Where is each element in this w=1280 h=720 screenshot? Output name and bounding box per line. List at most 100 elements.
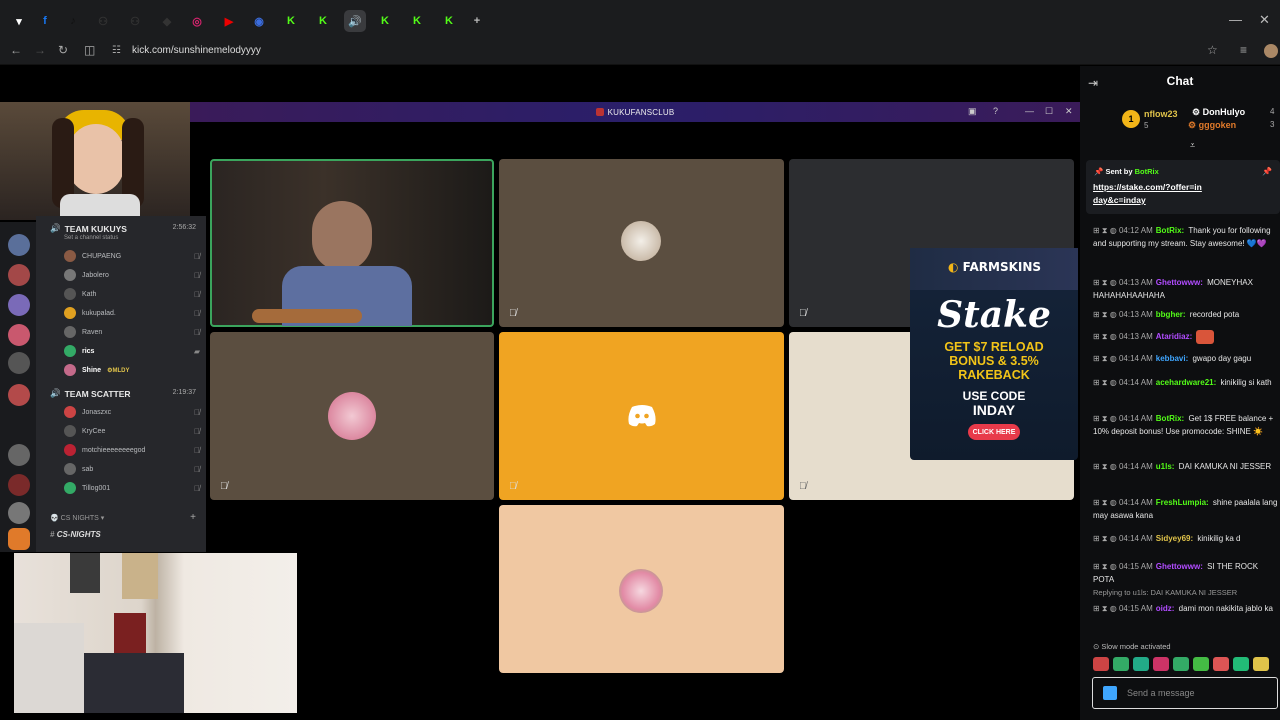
close-icon[interactable]: ✕ [1065, 106, 1073, 117]
kick-icon[interactable]: K [406, 10, 428, 32]
chat-message[interactable]: ⊞ ⧗ ◍ 04:15 AM oidz: dami mon nakikita ja… [1093, 602, 1279, 615]
instagram-icon[interactable]: ◎ [186, 10, 208, 32]
chat-message[interactable]: ⊞ ⧗ ◍ 04:14 AM BotRix: Get 1$ FREE balanc… [1093, 412, 1279, 438]
chat-message[interactable]: ⊞ ⧗ ◍ 04:13 AM bbgher: recorded pota [1093, 308, 1279, 321]
voice-member[interactable]: KryCee 🎙̸ [64, 423, 200, 439]
voice-member[interactable]: Tillog001 🎙̸ [64, 480, 200, 496]
emote-icon[interactable] [1213, 657, 1229, 671]
server-icon[interactable] [8, 528, 30, 550]
emote-icon[interactable] [1193, 657, 1209, 671]
ad-click-here-button[interactable]: CLICK HERE [968, 424, 1020, 440]
pin-icon[interactable]: 📌 [1262, 167, 1272, 176]
kick-icon[interactable]: K [438, 10, 460, 32]
server-icon[interactable] [8, 444, 30, 466]
message-username[interactable]: BotRix: [1156, 414, 1184, 423]
leader-name[interactable]: ⚙ DonHulyo [1192, 107, 1245, 118]
kick-icon[interactable]: K [374, 10, 396, 32]
video-tile-camera[interactable] [210, 159, 494, 327]
emote-icon[interactable] [1233, 657, 1249, 671]
close-window-icon[interactable]: ✕ [1259, 12, 1270, 28]
minimize-icon[interactable]: — [1229, 12, 1242, 27]
kick-icon[interactable]: K [312, 10, 334, 32]
video-tile-user[interactable]: 🎙̸ [210, 332, 494, 500]
pinned-link[interactable]: https://stake.com/?offer=inday&c=inday [1093, 181, 1203, 207]
chat-message[interactable]: ⊞ ⧗ ◍ 04:14 AM Sidyey69: kinikilig ka d [1093, 532, 1279, 545]
pinned-message[interactable]: 📌 Sent by BotRix 📌 https://stake.com/?of… [1086, 160, 1280, 214]
video-tile-user[interactable] [499, 505, 784, 673]
voice-member[interactable]: Jabolero 🎙̸ [64, 267, 200, 283]
message-username[interactable]: Ghettowww: [1156, 278, 1203, 287]
server-icon[interactable] [8, 384, 30, 406]
server-icon[interactable] [8, 294, 30, 316]
help-icon[interactable]: ? [993, 106, 998, 116]
category-cs-nights[interactable]: 💀 CS NIGHTS ▾ [50, 514, 104, 522]
emote-icon[interactable] [1153, 657, 1169, 671]
voice-member[interactable]: kukupalad. 🎙̸ [64, 305, 200, 321]
app-icon[interactable]: ⚇ [124, 10, 146, 32]
message-username[interactable]: FreshLumpia: [1156, 498, 1209, 507]
new-tab-button[interactable]: + [466, 10, 488, 32]
chat-message[interactable]: ⊞ ⧗ ◍ 04:15 AM Ghettowww: SI THE ROCK POT… [1093, 560, 1279, 586]
emote-icon[interactable] [1093, 657, 1109, 671]
server-icon[interactable] [8, 502, 30, 524]
expand-leaderboard-icon[interactable]: ⩡ [1190, 140, 1195, 151]
back-icon[interactable]: ← [10, 43, 22, 57]
kick-icon[interactable]: K [280, 10, 302, 32]
voice-member[interactable]: motchieeeeeeeegod 🎙̸ [64, 442, 200, 458]
leader-name[interactable]: nflow23 [1144, 109, 1178, 119]
server-icon[interactable] [8, 234, 30, 256]
server-icon[interactable] [8, 324, 30, 346]
forward-icon[interactable]: → [34, 43, 46, 57]
message-username[interactable]: Ghettowww: [1156, 562, 1203, 571]
chat-message[interactable]: ⊞ ⧗ ◍ 04:14 AM kebbavi: gwapo day gagu [1093, 352, 1279, 365]
chevron-down-icon[interactable]: ▾ [8, 10, 30, 32]
speaker-icon[interactable]: 🔊 [344, 10, 366, 32]
app-icon[interactable]: ⚇ [92, 10, 114, 32]
chat-message[interactable]: ⊞ ⧗ ◍ 04:14 AM FreshLumpia: shine paalala… [1093, 496, 1279, 522]
voice-member[interactable]: Shine ⚙MLDY [64, 362, 200, 378]
diamond-icon[interactable]: ◆ [156, 10, 178, 32]
message-username[interactable]: acehardware21: [1156, 378, 1216, 387]
emote-icon[interactable] [1103, 686, 1117, 700]
server-icon[interactable] [8, 352, 30, 374]
chat-input[interactable]: Send a message [1092, 677, 1278, 709]
emote-icon[interactable] [1253, 657, 1269, 671]
tiktok-icon[interactable]: ♪ [62, 10, 84, 32]
youtube-icon[interactable]: ▶ [218, 10, 240, 32]
message-username[interactable]: BotRix: [1156, 226, 1184, 235]
maximize-icon[interactable]: ☐ [1045, 106, 1053, 117]
voice-member[interactable]: Kath 🎙̸ [64, 286, 200, 302]
message-username[interactable]: kebbavi: [1156, 354, 1188, 363]
server-icon[interactable] [8, 474, 30, 496]
inbox-icon[interactable]: ▣ [968, 106, 977, 117]
chat-message[interactable]: ⊞ ⧗ ◍ 04:13 AM Ataridiaz: [1093, 330, 1279, 344]
voice-member[interactable]: Raven 🎙̸ [64, 324, 200, 340]
server-icon[interactable] [8, 264, 30, 286]
site-settings-icon[interactable]: ☷ [112, 45, 121, 56]
message-username[interactable]: Sidyey69: [1156, 534, 1193, 543]
channel-status[interactable]: Set a channel status [64, 235, 118, 241]
voice-channel-team-kukuys[interactable]: 🔊 TEAM KUKUYS [50, 223, 127, 234]
emote-icon[interactable] [1173, 657, 1189, 671]
leader-name[interactable]: ⚙ gggoken [1188, 120, 1236, 131]
sponsor-ad-overlay[interactable]: ◐ FARMSKINS Stake GET $7 RELOAD BONUS & … [910, 248, 1078, 460]
chat-message[interactable]: ⊞ ⧗ ◍ 04:14 AM u1ls: DAI KAMUKA NI JESSER [1093, 460, 1279, 473]
voice-member[interactable]: CHUPAENG 🎙̸ [64, 248, 200, 264]
emote-icon[interactable] [1113, 657, 1129, 671]
add-channel-icon[interactable]: + [190, 512, 196, 523]
message-username[interactable]: oidz: [1156, 604, 1175, 613]
video-tile-discord[interactable]: 🎙̸ [499, 332, 784, 500]
facebook-icon[interactable]: f [34, 10, 56, 32]
split-view-icon[interactable]: ◫ [84, 43, 95, 57]
bookmark-star-icon[interactable]: ☆ [1207, 43, 1218, 57]
chat-message[interactable]: ⊞ ⧗ ◍ 04:13 AM Ghettowww: MONEYHAX HAHAHA… [1093, 276, 1279, 302]
chat-message[interactable]: ⊞ ⧗ ◍ 04:14 AM acehardware21: kinikilig s… [1093, 376, 1279, 389]
message-username[interactable]: u1ls: [1156, 462, 1175, 471]
minimize-icon[interactable]: — [1025, 106, 1034, 116]
emote-icon[interactable] [1133, 657, 1149, 671]
video-tile-user[interactable]: 🎙̸ [499, 159, 784, 327]
voice-channel-team-scatter[interactable]: 🔊 TEAM SCATTER [50, 388, 131, 399]
reload-icon[interactable]: ↻ [58, 43, 68, 57]
globe-icon[interactable]: ◉ [248, 10, 270, 32]
chat-message[interactable]: ⊞ ⧗ ◍ 04:12 AM BotRix: Thank you for foll… [1093, 224, 1279, 250]
